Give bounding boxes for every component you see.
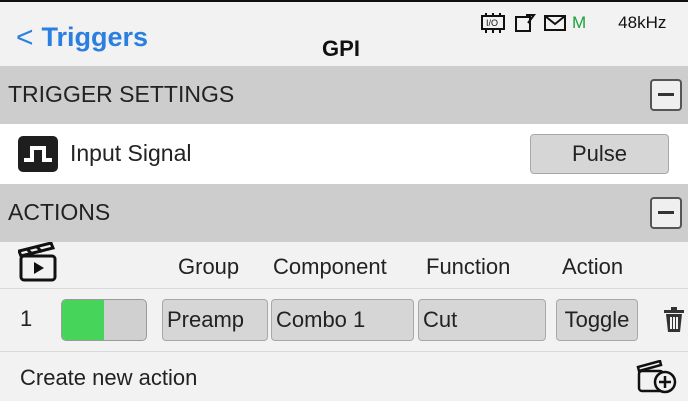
mail-icon (544, 15, 566, 31)
actions-heading: ACTIONS (8, 199, 111, 225)
collapse-minus-icon[interactable] (650, 197, 682, 229)
sample-rate: 48kHz (618, 13, 667, 32)
clapperboard-icon (18, 242, 57, 282)
pulse-signal-icon (18, 136, 58, 172)
function-select[interactable]: Cut (418, 299, 546, 341)
action-enable-toggle[interactable] (61, 299, 147, 341)
status-bar: I/O M 48kHz (480, 12, 666, 34)
add-action-icon[interactable] (636, 360, 678, 394)
edit-icon (515, 14, 536, 32)
action-index: 1 (20, 306, 33, 331)
collapse-minus-icon[interactable] (650, 79, 682, 111)
group-select[interactable]: Preamp (162, 299, 268, 341)
io-chip-icon: I/O (481, 13, 505, 33)
chevron-left-icon: < (16, 20, 34, 54)
input-signal-label: Input Signal (70, 140, 192, 166)
page-title: GPI (322, 36, 360, 61)
back-button[interactable]: < Triggers (16, 22, 148, 53)
create-new-action-link[interactable]: Create new action (20, 365, 197, 391)
trigger-settings-header: TRIGGER SETTINGS (0, 66, 688, 124)
actions-column-header: Group Component Function Action (0, 242, 688, 288)
header-bar: < Triggers GPI I/O M 48kHz (0, 2, 688, 66)
input-signal-row: Input Signal Pulse (0, 124, 688, 184)
svg-text:I/O: I/O (486, 18, 498, 28)
actions-header: ACTIONS (0, 184, 688, 242)
trash-icon[interactable] (664, 307, 684, 333)
action-select[interactable]: Toggle (556, 299, 638, 341)
column-group: Group (178, 254, 240, 279)
column-action: Action (562, 254, 624, 279)
trigger-settings-heading: TRIGGER SETTINGS (8, 81, 235, 107)
component-select[interactable]: Combo 1 (271, 299, 414, 341)
column-function: Function (426, 254, 511, 279)
toggle-on-indicator (62, 300, 104, 340)
table-row: 1 Preamp Combo 1 Cut Toggle (0, 288, 688, 352)
column-component: Component (273, 254, 387, 279)
mode-indicator: M (572, 13, 587, 32)
back-label: Triggers (41, 22, 149, 52)
input-signal-select[interactable]: Pulse (530, 134, 669, 174)
